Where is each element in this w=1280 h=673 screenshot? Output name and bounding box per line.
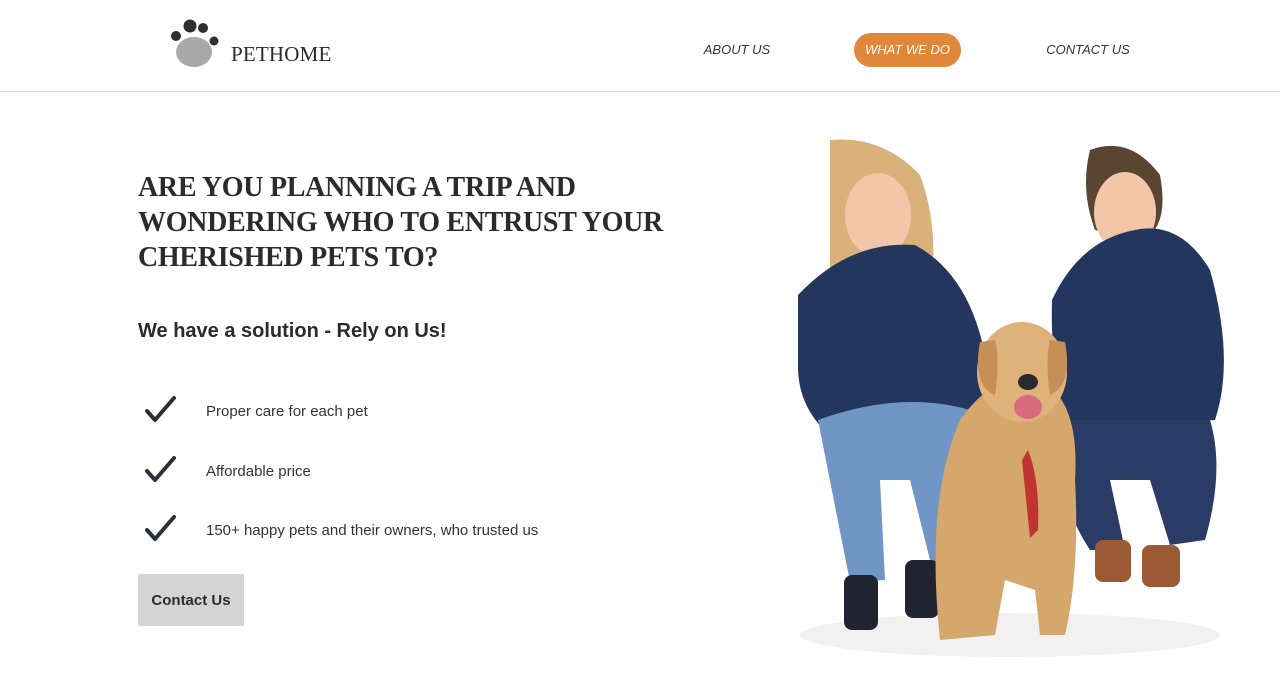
hero-headline: ARE YOU PLANNING A TRIP AND WONDERING WH… bbox=[138, 172, 663, 273]
nav-what-we-do[interactable]: WHAT WE DO bbox=[854, 33, 961, 67]
contact-us-button[interactable]: Contact Us bbox=[138, 574, 244, 626]
feature-text: Proper care for each pet bbox=[206, 403, 368, 420]
checkmark-icon bbox=[145, 456, 176, 482]
nav-contact-us[interactable]: CONTACT US bbox=[1040, 33, 1136, 67]
logo-text: PETHOME bbox=[231, 42, 332, 66]
feature-text: Affordable price bbox=[206, 463, 311, 480]
paw-icon bbox=[171, 19, 219, 67]
checkmark-icon bbox=[145, 515, 176, 541]
hero-subheadline: We have a solution - Rely on Us! bbox=[138, 320, 447, 342]
two-women-with-dog-photo bbox=[790, 120, 1230, 660]
nav-about-us[interactable]: ABOUT US bbox=[700, 33, 774, 67]
feature-item: Proper care for each pet bbox=[143, 395, 663, 427]
feature-item: Affordable price bbox=[143, 455, 663, 487]
checkmark-icon bbox=[145, 396, 176, 422]
site-header: PETHOME ABOUT US WHAT WE DO CONTACT US bbox=[0, 0, 1280, 92]
feature-text: 150+ happy pets and their owners, who tr… bbox=[206, 522, 539, 539]
logo[interactable]: PETHOME bbox=[168, 18, 331, 70]
feature-item: 150+ happy pets and their owners, who tr… bbox=[143, 514, 663, 546]
